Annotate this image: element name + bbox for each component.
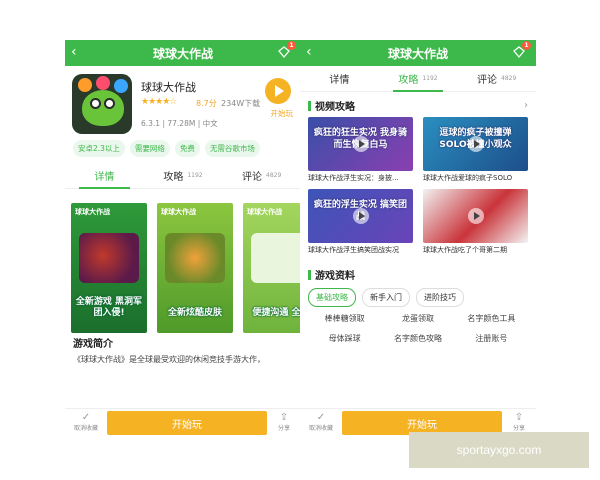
share-icon: ⇪: [514, 412, 524, 423]
play-icon[interactable]: [265, 78, 291, 104]
video-caption: 球球大作战吃了个哥第二期: [423, 246, 507, 254]
chevron-right-icon[interactable]: ›: [524, 100, 528, 111]
guide-link[interactable]: 龙蛋领取: [381, 313, 454, 324]
video-thumbnail[interactable]: [423, 189, 528, 243]
guide-link-grid: 棒棒糖领取 龙蛋领取 名字颜色工具 母体踩球 名字颜色攻略 注册账号: [300, 311, 536, 346]
tab-details[interactable]: 详情: [300, 66, 379, 91]
share-button[interactable]: ⇪ 分享: [271, 412, 297, 432]
screenshot-3[interactable]: 球球大作战 便捷沟通 全民: [243, 203, 301, 333]
rating-score: 8.7分: [196, 99, 217, 108]
pill-beginner[interactable]: 新手入门: [362, 288, 410, 307]
right-phone-screen: ‹ 球球大作战 1 详情 攻略 1192 评论 4829 视频攻略 › 疯狂的狂生实…: [300, 40, 536, 438]
check-icon: ✓: [316, 412, 326, 423]
bottom-bar: ✓ 取消收藏 开始玩 ⇪ 分享: [65, 408, 301, 438]
left-phone-screen: ‹ 球球大作战 1 球球大作战 ★★★★☆ 8.7分 234W下载 6.3.1 …: [65, 40, 301, 438]
app-meta: 6.3.1 | 77.28M | 中文: [141, 119, 218, 128]
play-icon: [352, 208, 369, 224]
tab-guides[interactable]: 攻略 1192: [379, 66, 458, 92]
tab-count: 4829: [266, 172, 282, 179]
app-header: 球球大作战 ★★★★☆ 8.7分 234W下载 6.3.1 | 77.28M |…: [65, 66, 301, 134]
play-icon: [352, 136, 369, 152]
app-icon: [72, 74, 132, 134]
start-play-label[interactable]: 开始玩: [271, 108, 294, 119]
guide-link[interactable]: 名字颜色工具: [455, 313, 528, 324]
intro-title: 游戏简介: [73, 339, 113, 350]
rating-stars: ★★★★☆: [141, 97, 177, 107]
notification-badge: 1: [287, 41, 296, 50]
share-button[interactable]: ⇪ 分享: [506, 412, 532, 432]
pill-advanced[interactable]: 进阶技巧: [416, 288, 464, 307]
video-thumbnail[interactable]: 逗球的疯子被撞弹 SOLO被撞小观众: [423, 117, 528, 171]
video-item[interactable]: 逗球的疯子被撞弹 SOLO被撞小观众 球球大作战爱球的疯子SOLO: [423, 117, 528, 187]
page-title: 球球大作战: [152, 46, 213, 61]
play-icon: [467, 136, 484, 152]
tab-details[interactable]: 详情: [65, 163, 144, 189]
favorite-button[interactable]: ✓ 取消收藏: [306, 412, 336, 432]
tab-bar: 详情 攻略 1192 评论 4829: [65, 163, 301, 189]
back-icon[interactable]: ‹: [306, 44, 312, 60]
tab-comments[interactable]: 评论 4829: [222, 163, 301, 188]
tab-count: 4829: [501, 75, 517, 82]
video-guides-header: 视频攻略 ›: [300, 92, 536, 115]
top-bar: ‹ 球球大作战 1: [300, 40, 536, 66]
pill-basic-guide[interactable]: 基础攻略: [308, 288, 356, 307]
screenshot-2[interactable]: 球球大作战 全新炫酷皮肤: [157, 203, 233, 333]
screenshot-caption: 全新游戏 黑洞军团入侵!: [75, 297, 143, 319]
screenshot-caption: 便捷沟通 全民: [252, 308, 301, 319]
video-caption: 球球大作战浮生搞笑团战实况: [308, 246, 399, 254]
start-play-button[interactable]: 开始玩: [107, 411, 267, 435]
tag-list: 安卓2.3以上 需要网络 免费 无需谷歌市场: [65, 134, 301, 157]
video-item[interactable]: 疯狂的狂生实况 我身骑而生恢复白马 球球大作战浮生实况：身披...: [308, 117, 413, 187]
video-item[interactable]: 疯狂的浮生实况 搞笑团战 球球大作战浮生搞笑团战实况: [308, 189, 413, 259]
notification-badge: 1: [522, 41, 531, 50]
tag: 安卓2.3以上: [73, 140, 125, 157]
video-thumbnail[interactable]: 疯狂的狂生实况 我身骑而生恢复白马: [308, 117, 413, 171]
tab-guides[interactable]: 攻略 1192: [144, 163, 223, 188]
screenshot-carousel[interactable]: 球球大作战 全新游戏 黑洞军团入侵! 球球大作战 全新炫酷皮肤 球球大作战 便捷…: [65, 195, 301, 335]
video-thumbnail[interactable]: 疯狂的浮生实况 搞笑团战: [308, 189, 413, 243]
play-icon: [467, 208, 484, 224]
tab-bar: 详情 攻略 1192 评论 4829: [300, 66, 536, 92]
section-title: 游戏资料: [315, 271, 355, 282]
share-icon: ⇪: [279, 412, 289, 423]
guide-link[interactable]: 注册账号: [455, 333, 528, 344]
back-icon[interactable]: ‹: [71, 44, 77, 60]
guide-category-pills: 基础攻略 新手入门 进阶技巧: [300, 284, 536, 311]
video-item[interactable]: 球球大作战吃了个哥第二期: [423, 189, 528, 259]
section-title: 视频攻略: [315, 102, 355, 113]
tab-count: 1192: [422, 75, 438, 82]
screenshot-1[interactable]: 球球大作战 全新游戏 黑洞军团入侵!: [71, 203, 147, 333]
video-caption: 球球大作战爱球的疯子SOLO: [423, 174, 513, 182]
screenshot-caption: 全新炫酷皮肤: [167, 308, 222, 319]
check-icon: ✓: [81, 412, 91, 423]
tag: 免费: [174, 140, 200, 157]
game-info-header: 游戏资料: [300, 261, 536, 284]
guide-link[interactable]: 棒棒糖领取: [308, 313, 381, 324]
tag: 无需谷歌市场: [204, 140, 260, 157]
top-bar: ‹ 球球大作战 1: [65, 40, 301, 66]
guide-link[interactable]: 母体踩球: [308, 333, 381, 344]
favorite-button[interactable]: ✓ 取消收藏: [71, 412, 101, 432]
tag: 需要网络: [129, 140, 170, 157]
tab-comments[interactable]: 评论 4829: [457, 66, 536, 91]
watermark: sportayxgo.com: [409, 432, 589, 468]
app-name: 球球大作战: [141, 81, 196, 94]
gift-icon[interactable]: 1: [277, 41, 296, 59]
download-count: 234W下载: [221, 99, 261, 108]
guide-link[interactable]: 名字颜色攻略: [381, 333, 454, 344]
page-title: 球球大作战: [387, 46, 448, 61]
video-caption: 球球大作战浮生实况：身披...: [308, 174, 399, 182]
intro-text: 《球球大作战》是全球最受欢迎的休闲竞技手游大作，: [73, 355, 265, 364]
tab-count: 1192: [187, 172, 203, 179]
video-grid: 疯狂的狂生实况 我身骑而生恢复白马 球球大作战浮生实况：身披... 逗球的疯子被…: [300, 115, 536, 261]
gift-icon[interactable]: 1: [512, 41, 531, 59]
